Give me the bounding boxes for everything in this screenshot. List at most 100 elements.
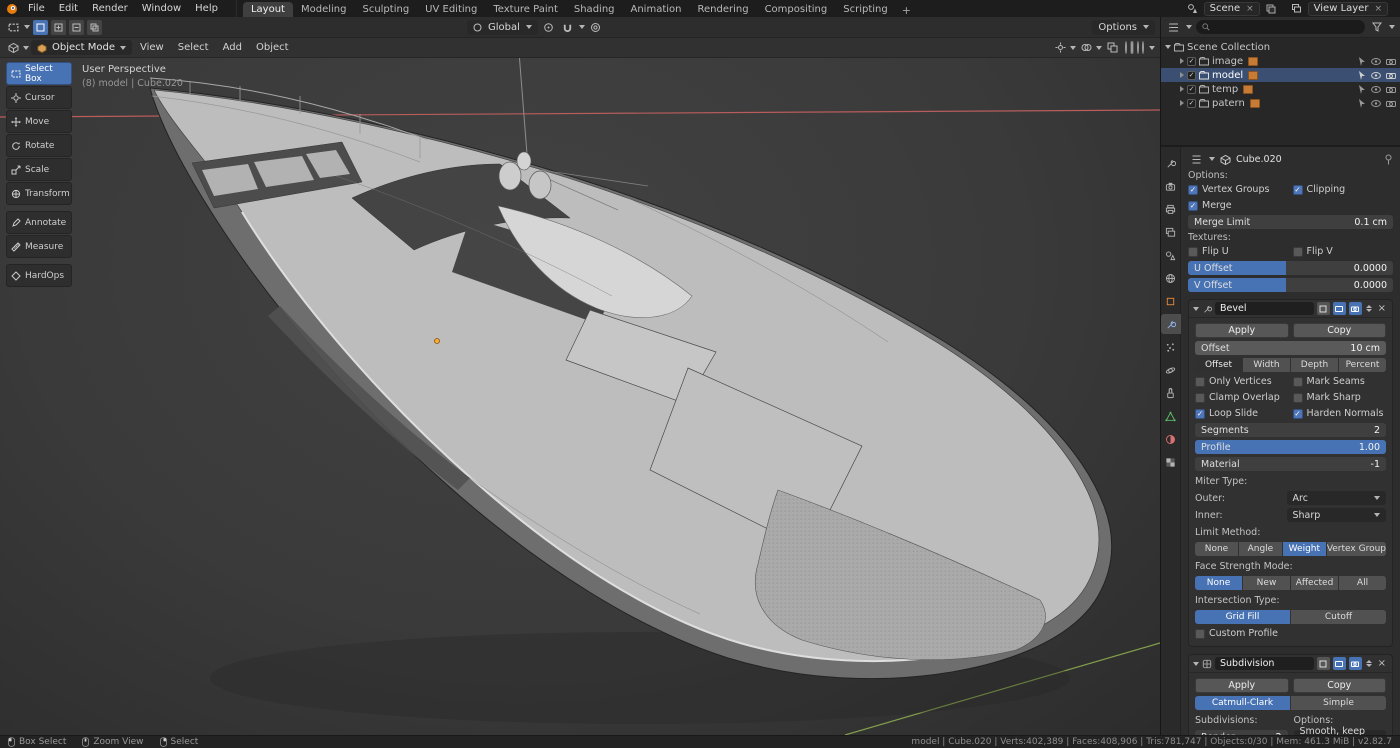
select-mode-extend-button[interactable]: [51, 20, 66, 35]
boat-model[interactable]: [150, 58, 1112, 679]
properties-tab-physics[interactable]: [1161, 360, 1181, 380]
collection-checkbox[interactable]: [1187, 57, 1196, 66]
properties-tab-view-layer[interactable]: [1161, 222, 1181, 242]
selectable-icon[interactable]: [1358, 71, 1366, 80]
profile-field[interactable]: Profile1.00: [1195, 440, 1386, 454]
workspace-tab-sculpting[interactable]: Sculpting: [354, 2, 417, 17]
outliner-row-image[interactable]: image: [1161, 54, 1400, 68]
outliner-row-temp[interactable]: temp: [1161, 82, 1400, 96]
clipping-checkbox[interactable]: Clipping: [1293, 183, 1394, 196]
bevel-offset-field[interactable]: Offset10 cm: [1195, 341, 1386, 355]
v-offset-field[interactable]: V Offset0.0000: [1188, 278, 1393, 292]
tool-select-box[interactable]: Select Box: [6, 62, 72, 85]
tool-transform[interactable]: Transform: [6, 182, 72, 205]
editor-type-icon[interactable]: [5, 40, 21, 55]
xray-toggle-icon[interactable]: [1104, 40, 1120, 55]
merge-limit-field[interactable]: Merge Limit0.1 cm: [1188, 215, 1393, 229]
workspace-tab-uv-editing[interactable]: UV Editing: [417, 2, 485, 17]
expand-icon[interactable]: [1165, 45, 1171, 49]
properties-tab-render[interactable]: [1161, 176, 1181, 196]
render-levels-field[interactable]: Render2: [1195, 730, 1288, 735]
merge-checkbox[interactable]: Merge: [1188, 199, 1289, 212]
mark-seams-checkbox[interactable]: Mark Seams: [1293, 375, 1387, 388]
subdivision-render-toggle[interactable]: [1349, 657, 1362, 670]
fsm-affected[interactable]: Affected: [1291, 576, 1338, 590]
selectable-icon[interactable]: [1358, 99, 1366, 108]
bevel-name-input[interactable]: Bevel: [1215, 302, 1314, 315]
disable-render-icon[interactable]: [1386, 72, 1396, 79]
outliner-editor-type-icon[interactable]: [1166, 20, 1182, 35]
viewport-canvas[interactable]: User Perspective (8) model | Cube.020 Se…: [0, 58, 1160, 735]
shading-material-icon[interactable]: [1137, 42, 1139, 53]
options-dropdown[interactable]: Options: [1092, 20, 1155, 35]
tool-scale[interactable]: Scale: [6, 158, 72, 181]
bevel-editmode-toggle[interactable]: [1317, 302, 1330, 315]
tool-hardops[interactable]: HardOps: [6, 264, 72, 287]
inner-miter-dropdown[interactable]: Sharp: [1287, 508, 1387, 522]
collapse-icon[interactable]: [1193, 307, 1199, 311]
pivot-point-icon[interactable]: [541, 20, 557, 35]
workspace-tab-animation[interactable]: Animation: [623, 2, 690, 17]
fsm-none[interactable]: None: [1195, 576, 1242, 590]
shading-solid-icon[interactable]: [1130, 41, 1134, 54]
algorithm-catmull-clark[interactable]: Catmull-Clark: [1195, 696, 1290, 710]
menu-edit[interactable]: Edit: [53, 3, 84, 14]
tool-annotate[interactable]: Annotate: [6, 211, 72, 234]
snap-options-caret-icon[interactable]: [579, 25, 585, 29]
subdivision-close-icon[interactable]: ×: [1376, 658, 1388, 669]
menu-file[interactable]: File: [22, 3, 51, 14]
tool-move[interactable]: Move: [6, 110, 72, 133]
bevel-realtime-toggle[interactable]: [1333, 302, 1346, 315]
flip-u-checkbox[interactable]: Flip U: [1188, 245, 1289, 258]
bevel-reorder-buttons[interactable]: [1365, 305, 1373, 312]
loop-slide-checkbox[interactable]: Loop Slide: [1195, 407, 1289, 420]
breadcrumb-object-name[interactable]: Cube.020: [1236, 154, 1282, 165]
properties-tab-scene[interactable]: [1161, 245, 1181, 265]
bevel-modifier-header[interactable]: Bevel ×: [1189, 300, 1392, 318]
properties-tab-object[interactable]: [1161, 291, 1181, 311]
workspace-tab-scripting[interactable]: Scripting: [835, 2, 895, 17]
remove-view-layer-icon[interactable]: ×: [1374, 4, 1382, 14]
workspace-tab-texture-paint[interactable]: Texture Paint: [485, 2, 566, 17]
viewport-menu-view[interactable]: View: [134, 42, 170, 53]
menu-window[interactable]: Window: [136, 3, 187, 14]
only-vertices-checkbox[interactable]: Only Vertices: [1195, 375, 1289, 388]
workspace-tab-modeling[interactable]: Modeling: [293, 2, 355, 17]
expand-icon[interactable]: [1180, 86, 1184, 92]
shading-rendered-icon[interactable]: [1142, 42, 1144, 53]
subdivision-modifier-header[interactable]: Subdivision ×: [1189, 655, 1392, 673]
subdivision-copy-button[interactable]: Copy: [1293, 678, 1387, 693]
add-workspace-button[interactable]: +: [896, 4, 917, 17]
segments-field[interactable]: Segments2: [1195, 423, 1386, 437]
algorithm-simple[interactable]: Simple: [1291, 696, 1386, 710]
limit-weight[interactable]: Weight: [1283, 542, 1326, 556]
hide-viewport-icon[interactable]: [1371, 58, 1381, 65]
show-gizmo-icon[interactable]: [1052, 40, 1068, 55]
properties-tab-particles[interactable]: [1161, 337, 1181, 357]
scene-selector[interactable]: Scene ×: [1204, 2, 1260, 16]
viewport-menu-add[interactable]: Add: [217, 42, 248, 53]
shading-options-caret-icon[interactable]: [1149, 46, 1155, 50]
custom-profile-checkbox[interactable]: Custom Profile: [1195, 627, 1386, 640]
snap-magnet-icon[interactable]: [560, 20, 576, 35]
outer-miter-dropdown[interactable]: Arc: [1287, 491, 1387, 505]
properties-tab-modifiers[interactable]: [1161, 314, 1181, 334]
workspace-tab-rendering[interactable]: Rendering: [689, 2, 756, 17]
select-mode-new-button[interactable]: [33, 20, 48, 35]
subdivision-reorder-buttons[interactable]: [1365, 660, 1373, 667]
flip-v-checkbox[interactable]: Flip V: [1293, 245, 1394, 258]
properties-tab-world[interactable]: [1161, 268, 1181, 288]
new-scene-icon[interactable]: [1263, 1, 1279, 16]
intersection-grid-fill[interactable]: Grid Fill: [1195, 610, 1290, 624]
properties-tab-material[interactable]: [1161, 429, 1181, 449]
menu-render[interactable]: Render: [86, 3, 134, 14]
limit-vertex-group[interactable]: Vertex Group: [1327, 542, 1386, 556]
properties-tab-object-data[interactable]: [1161, 406, 1181, 426]
unlink-scene-icon[interactable]: ×: [1246, 4, 1254, 14]
collection-checkbox[interactable]: [1187, 99, 1196, 108]
bevel-copy-button[interactable]: Copy: [1293, 323, 1387, 338]
outliner-row-patern[interactable]: patern: [1161, 96, 1400, 110]
subdivision-apply-button[interactable]: Apply: [1195, 678, 1289, 693]
outliner-row-scene-collection[interactable]: Scene Collection: [1161, 40, 1400, 54]
collection-checkbox[interactable]: [1187, 85, 1196, 94]
